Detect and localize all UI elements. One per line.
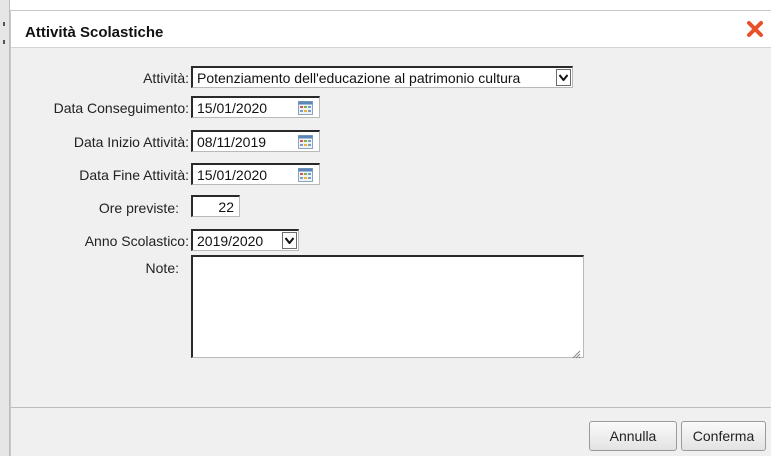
data-conseguimento-label: Data Conseguimento:	[53, 100, 189, 116]
data-fine-label-cell: Data Fine Attività:	[11, 163, 189, 185]
data-fine-value: 15/01/2020	[197, 167, 268, 183]
resize-grip-icon[interactable]	[572, 346, 581, 359]
attivita-value: Potenziamento dell'educazione al patrimo…	[197, 70, 521, 86]
cancel-button[interactable]: Annulla	[589, 421, 677, 451]
confirm-button[interactable]: Conferma	[681, 421, 766, 451]
data-inizio-label: Data Inizio Attività:	[73, 134, 189, 150]
data-conseguimento-label-cell: Data Conseguimento:	[11, 96, 189, 118]
attivita-label: Attività:	[143, 70, 189, 86]
data-inizio-value: 08/11/2019	[197, 134, 267, 150]
dialog-title: Attività Scolastiche	[25, 24, 164, 41]
ore-previste-label: Ore previste:	[98, 200, 179, 216]
ore-previste-input[interactable]: 22	[191, 195, 240, 217]
note-textarea[interactable]	[191, 255, 584, 359]
background-window-edge	[0, 0, 10, 456]
note-label: Note:	[145, 260, 179, 276]
anno-scolastico-label: Anno Scolastico:	[84, 233, 189, 249]
calendar-icon[interactable]	[298, 135, 313, 149]
anno-scolastico-label-cell: Anno Scolastico:	[11, 229, 189, 251]
data-inizio-field[interactable]: 08/11/2019	[191, 130, 320, 152]
calendar-icon[interactable]	[298, 101, 313, 115]
data-conseguimento-value: 15/01/2020	[197, 100, 268, 116]
data-fine-label: Data Fine Attività:	[79, 167, 189, 183]
ore-previste-label-cell: Ore previste:	[11, 196, 179, 218]
data-fine-field[interactable]: 15/01/2020	[191, 163, 320, 185]
activity-dialog: Attività Scolastiche Attività: Potenziam…	[10, 10, 771, 456]
data-conseguimento-field[interactable]: 15/01/2020	[191, 96, 320, 118]
chevron-down-icon[interactable]	[282, 232, 297, 249]
edge-mark	[3, 40, 5, 44]
close-icon[interactable]	[746, 20, 764, 38]
dialog-titlebar: Attività Scolastiche	[11, 11, 771, 48]
anno-scolastico-select[interactable]: 2019/2020	[191, 229, 299, 251]
ore-previste-value: 22	[218, 199, 234, 215]
dialog-footer: Annulla Conferma	[11, 407, 771, 456]
edge-mark	[3, 22, 5, 26]
chevron-down-icon[interactable]	[556, 69, 571, 86]
data-inizio-label-cell: Data Inizio Attività:	[11, 130, 189, 152]
attivita-label-cell: Attività:	[11, 66, 189, 88]
anno-scolastico-value: 2019/2020	[197, 233, 264, 249]
note-label-cell: Note:	[11, 256, 179, 278]
attivita-select[interactable]: Potenziamento dell'educazione al patrimo…	[191, 66, 573, 88]
calendar-icon[interactable]	[298, 168, 313, 182]
